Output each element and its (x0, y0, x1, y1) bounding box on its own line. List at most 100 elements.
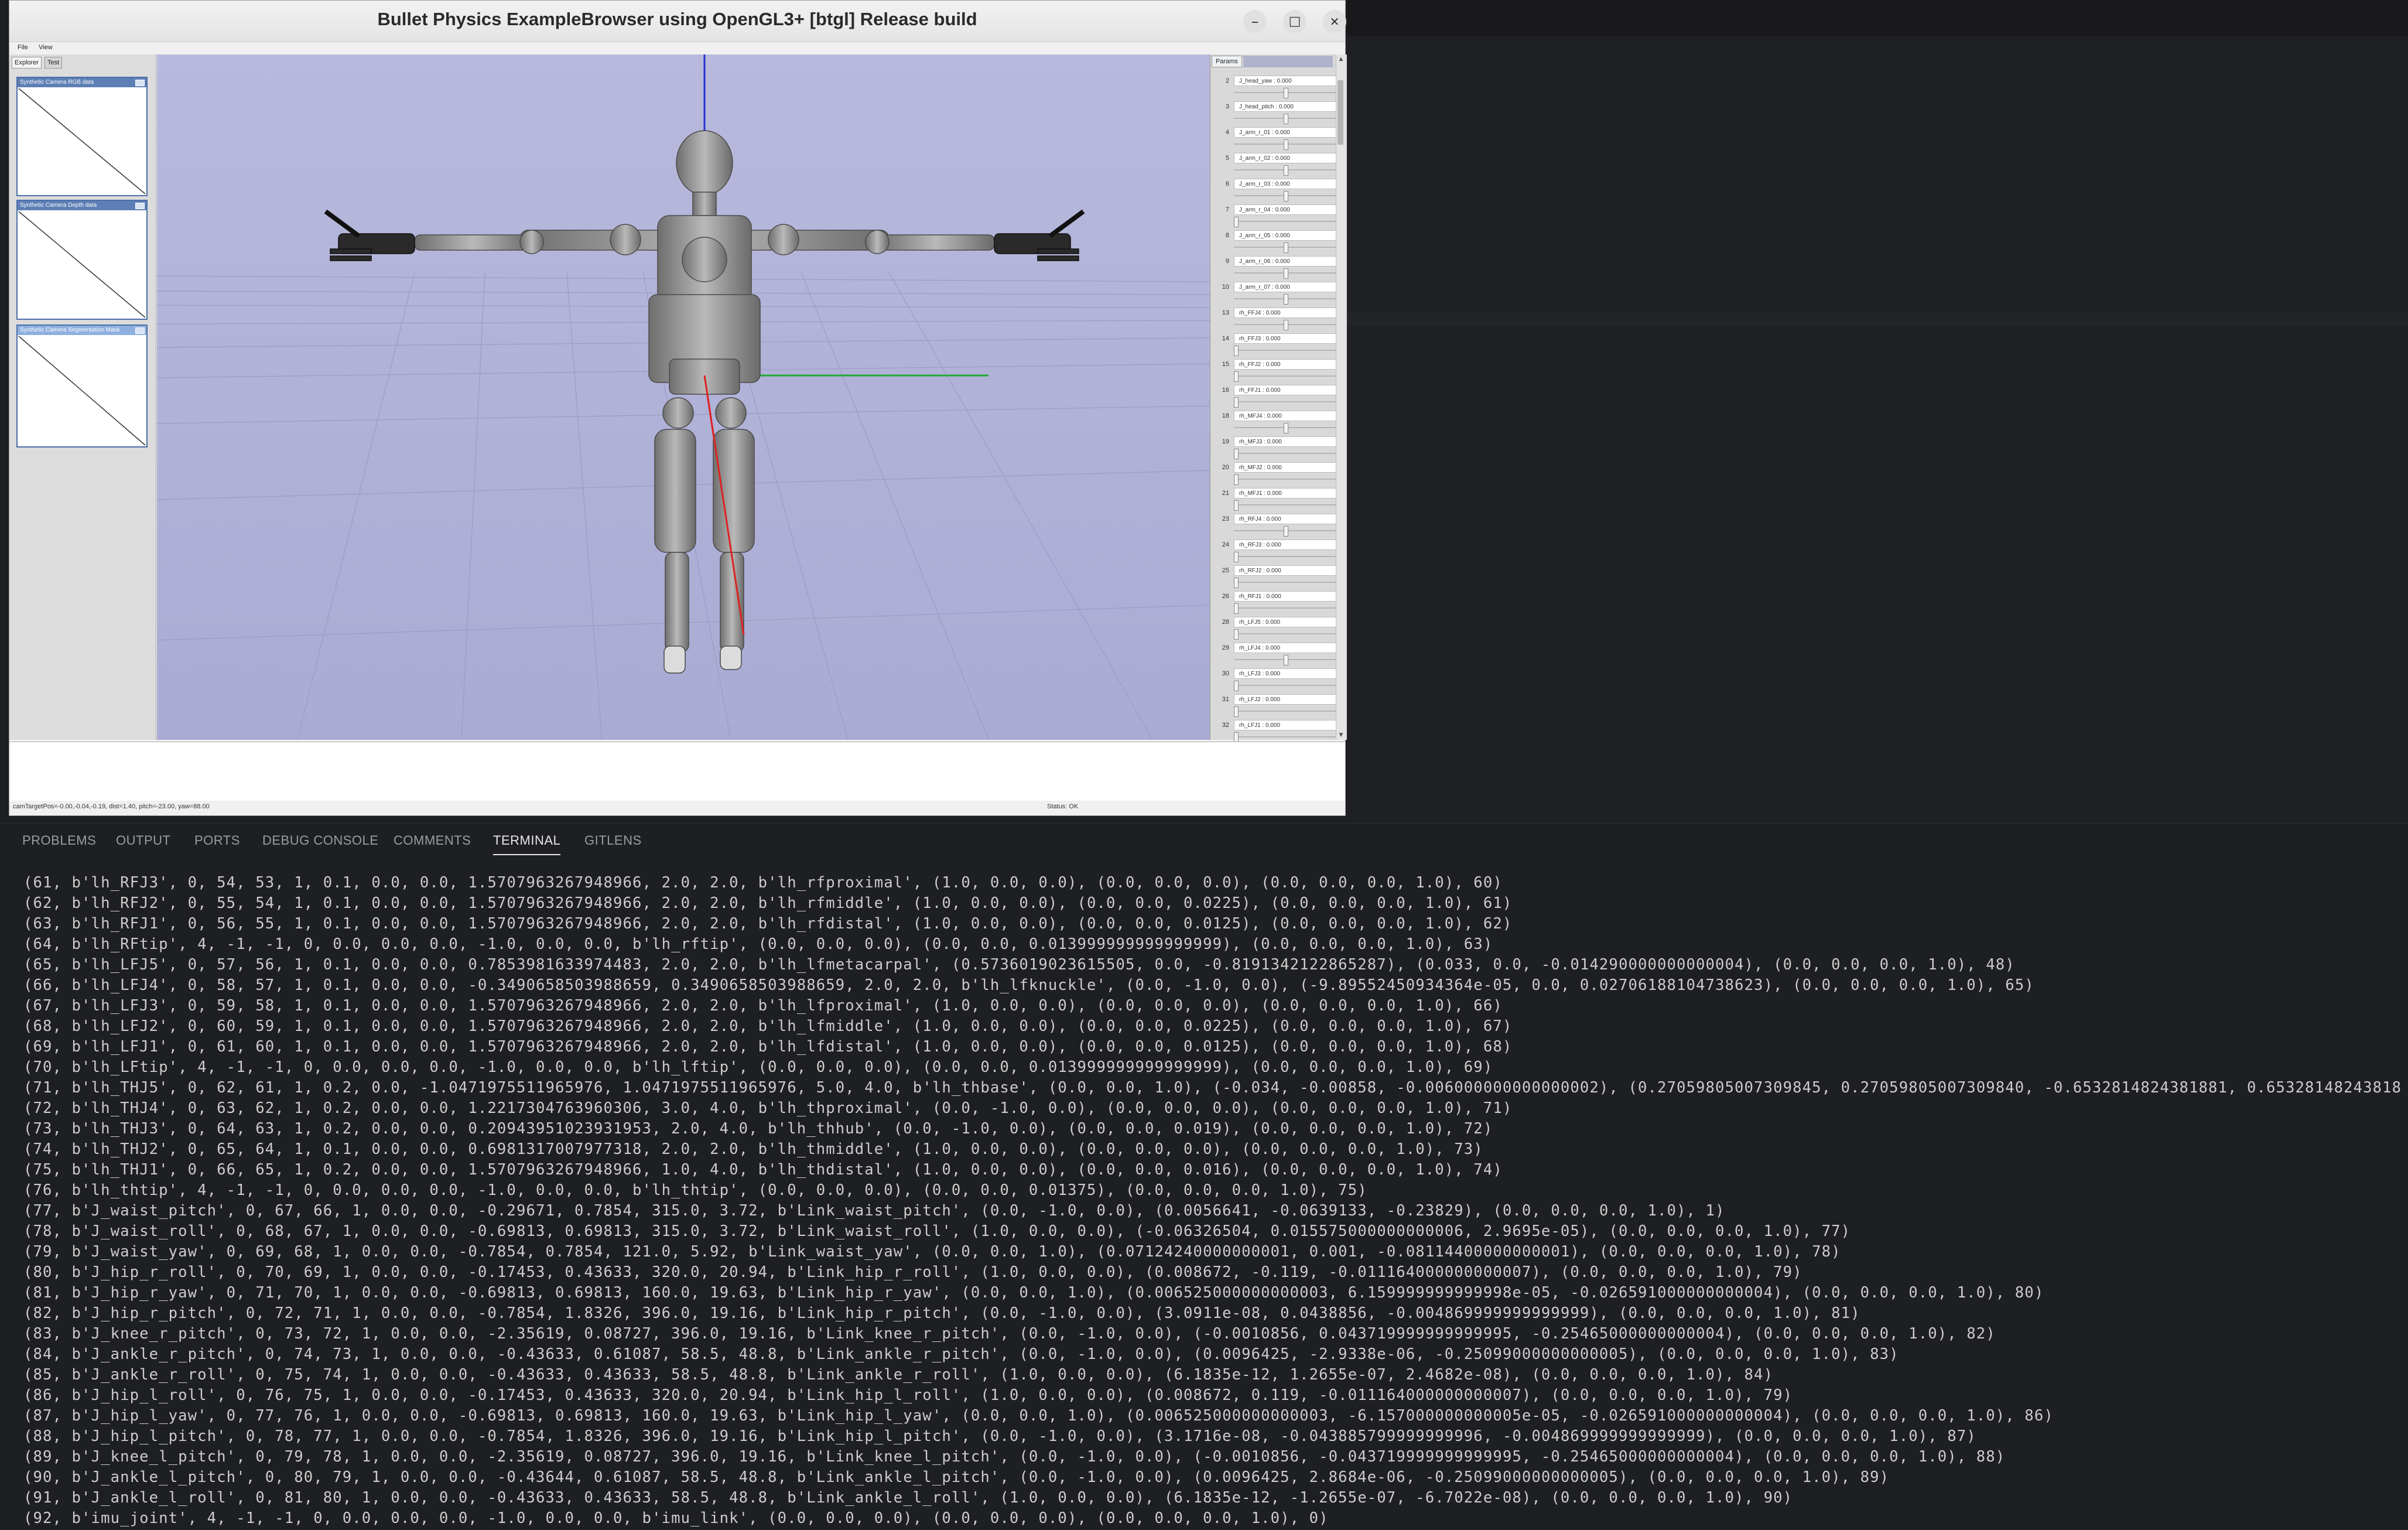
param-slider-handle[interactable] (1284, 655, 1288, 665)
params-panel: Params 2 J_head_yaw : 0.000 3 J_head_pitch … (1210, 54, 1347, 743)
param-slider-handle[interactable] (1234, 500, 1239, 511)
param-slider-handle[interactable] (1234, 371, 1239, 382)
camera-segmentation-image (18, 335, 146, 446)
status-text: Status: OK (1047, 803, 1079, 810)
param-value-label: rh_MFJ3 : 0.000 (1234, 436, 1337, 447)
param-slider-handle[interactable] (1234, 346, 1239, 356)
param-slider[interactable] (1234, 294, 1337, 305)
param-slider[interactable] (1234, 603, 1337, 614)
tab-gitlens[interactable]: GITLENS (584, 833, 642, 854)
params-header (1243, 56, 1333, 67)
tab-params[interactable]: Params (1212, 56, 1242, 67)
maximize-button[interactable]: □ (1283, 10, 1306, 33)
param-slider[interactable] (1234, 88, 1337, 98)
param-value-label: rh_MFJ1 : 0.000 (1234, 488, 1337, 498)
param-slider[interactable] (1234, 732, 1337, 743)
param-value-label: J_arm_r_07 : 0.000 (1234, 282, 1337, 292)
param-slider[interactable] (1234, 397, 1337, 408)
param-slider[interactable] (1234, 629, 1337, 640)
param-slider-handle[interactable] (1284, 268, 1288, 279)
param-slider[interactable] (1234, 578, 1337, 588)
param-slider-handle[interactable] (1234, 603, 1239, 614)
param-slider-handle[interactable] (1284, 88, 1288, 98)
terminal-line: (73, b'lh_THJ3', 0, 64, 63, 1, 0.2, 0.0,… (23, 1120, 1493, 1138)
close-button[interactable]: ✕ (1323, 10, 1346, 33)
param-value-label: rh_MFJ4 : 0.000 (1234, 411, 1337, 421)
param-slider[interactable] (1234, 191, 1337, 202)
param-slider[interactable] (1234, 165, 1337, 176)
param-slider[interactable] (1234, 346, 1337, 356)
param-slider-handle[interactable] (1284, 139, 1288, 150)
param-slider-handle[interactable] (1234, 629, 1239, 640)
param-slider-handle[interactable] (1234, 449, 1239, 459)
param-slider-handle[interactable] (1234, 474, 1239, 485)
tab-debug-console[interactable]: DEBUG CONSOLE (262, 833, 378, 854)
tab-explorer[interactable]: Explorer (12, 57, 42, 69)
scrollbar-thumb[interactable] (1338, 80, 1343, 145)
param-slider-handle[interactable] (1284, 423, 1288, 433)
param-slider[interactable] (1234, 371, 1337, 382)
param-slider[interactable] (1234, 243, 1337, 253)
param-slider-handle[interactable] (1234, 397, 1239, 408)
terminal-line: (70, b'lh_LFtip', 4, -1, -1, 0, 0.0, 0.0… (23, 1058, 1493, 1076)
param-value-label: J_arm_r_01 : 0.000 (1234, 127, 1337, 138)
3d-viewport[interactable] (157, 54, 1210, 740)
param-index: 25 (1222, 567, 1229, 574)
param-slider-handle[interactable] (1284, 114, 1288, 124)
tab-terminal[interactable]: TERMINAL (493, 833, 561, 855)
minimize-button[interactable]: – (1243, 10, 1267, 33)
param-slider-handle[interactable] (1234, 552, 1239, 562)
param-slider-handle[interactable] (1234, 706, 1239, 717)
param-slider-row: 19 rh_MFJ3 : 0.000 (1215, 436, 1337, 462)
param-slider-handle[interactable] (1284, 294, 1288, 305)
terminal-output[interactable]: (61, b'lh_RFJ3', 0, 54, 53, 1, 0.1, 0.0,… (23, 873, 2401, 1530)
menu-file[interactable]: File (18, 44, 28, 51)
param-slider[interactable] (1234, 423, 1337, 433)
param-slider[interactable] (1234, 500, 1337, 511)
param-index: 32 (1222, 722, 1229, 729)
param-slider-handle[interactable] (1234, 217, 1239, 227)
param-slider[interactable] (1234, 268, 1337, 279)
param-slider-handle[interactable] (1284, 320, 1288, 330)
param-slider-row: 18 rh_MFJ4 : 0.000 (1215, 411, 1337, 436)
param-slider-handle[interactable] (1284, 243, 1288, 253)
menu-view[interactable]: View (39, 44, 53, 51)
params-scrollbar[interactable]: ▲ ▼ (1336, 54, 1346, 740)
param-slider-handle[interactable] (1234, 681, 1239, 691)
param-slider[interactable] (1234, 552, 1337, 562)
scroll-down-arrow-icon[interactable]: ▼ (1338, 732, 1345, 739)
panel-collapse-button[interactable] (135, 327, 145, 334)
param-slider[interactable] (1234, 114, 1337, 124)
param-slider[interactable] (1234, 449, 1337, 459)
menu-bar: File View (9, 43, 1345, 53)
tab-output[interactable]: OUTPUT (116, 833, 170, 854)
panel-collapse-button[interactable] (135, 80, 145, 86)
param-slider[interactable] (1234, 706, 1337, 717)
param-slider[interactable] (1234, 320, 1337, 330)
param-slider[interactable] (1234, 526, 1337, 537)
tab-comments[interactable]: COMMENTS (394, 833, 471, 854)
tab-test[interactable]: Test (45, 57, 63, 69)
camera-segmentation-panel: Synthetic Camera Segmentation Mask (16, 325, 148, 448)
param-slider-handle[interactable] (1234, 578, 1239, 588)
param-slider[interactable] (1234, 655, 1337, 665)
param-slider-handle[interactable] (1284, 526, 1288, 537)
param-slider[interactable] (1234, 139, 1337, 150)
param-index: 5 (1225, 155, 1229, 162)
terminal-line: (62, b'lh_RFJ2', 0, 55, 54, 1, 0.1, 0.0,… (23, 894, 1513, 912)
param-slider[interactable] (1234, 681, 1337, 691)
param-slider-handle[interactable] (1284, 165, 1288, 176)
terminal-line: (77, b'J_waist_pitch', 0, 67, 66, 1, 0.0… (23, 1202, 1725, 1220)
param-slider[interactable] (1234, 474, 1337, 485)
param-slider-list: 2 J_head_yaw : 0.000 3 J_head_pitch : 0.000… (1215, 76, 1337, 746)
tab-ports[interactable]: PORTS (194, 833, 240, 854)
camera-rgb-title: Synthetic Camera RGB data (18, 78, 146, 87)
editor-current-line (1347, 312, 2408, 326)
param-slider[interactable] (1234, 217, 1337, 227)
tab-problems[interactable]: PROBLEMS (22, 833, 96, 854)
scroll-up-arrow-icon[interactable]: ▲ (1338, 56, 1345, 63)
panel-collapse-button[interactable] (135, 203, 145, 209)
terminal-line: (80, b'J_hip_r_roll', 0, 70, 69, 1, 0.0,… (23, 1263, 1802, 1281)
window-titlebar[interactable]: Bullet Physics ExampleBrowser using Open… (9, 1, 1346, 42)
param-slider-handle[interactable] (1284, 191, 1288, 202)
